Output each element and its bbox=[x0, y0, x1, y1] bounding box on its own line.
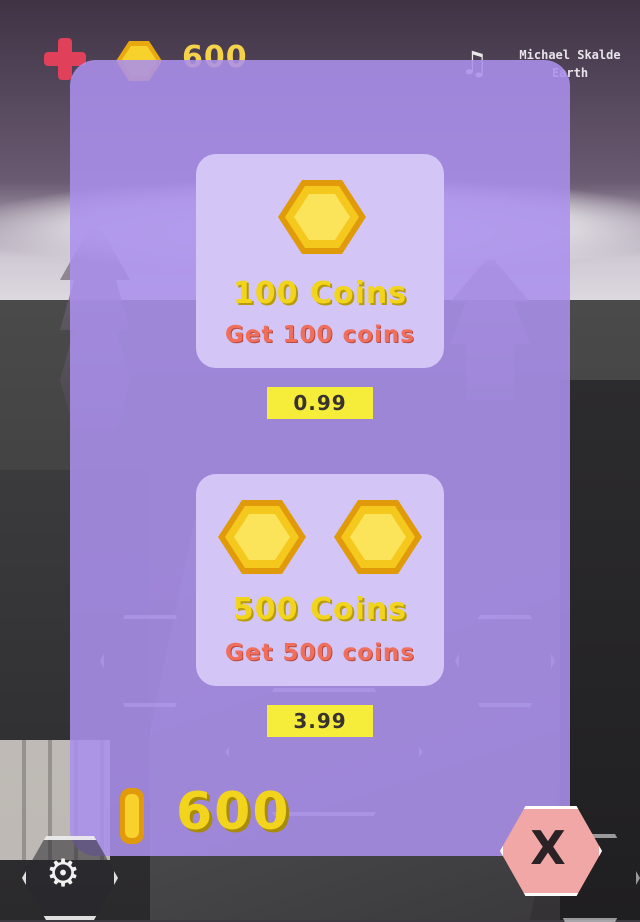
close-icon[interactable]: X bbox=[500, 806, 596, 890]
product-subtitle: Get 100 coins bbox=[225, 322, 415, 348]
coin-icon bbox=[120, 788, 144, 844]
product-card-100-coins[interactable]: 100 Coins Get 100 coins bbox=[196, 154, 444, 368]
coin-icon bbox=[278, 180, 366, 254]
coin-icon bbox=[334, 500, 422, 574]
product-title: 100 Coins bbox=[232, 276, 408, 311]
product-subtitle: Get 500 coins bbox=[225, 640, 415, 666]
product-card-500-coins[interactable]: 500 Coins Get 500 coins bbox=[196, 474, 444, 686]
product-title: 500 Coins bbox=[232, 592, 408, 627]
buy-100-coins-button[interactable]: 0.99 bbox=[267, 387, 373, 419]
buy-500-coins-button[interactable]: 3.99 bbox=[267, 705, 373, 737]
gear-icon: ⚙ bbox=[46, 851, 81, 895]
coin-icon bbox=[218, 500, 306, 574]
coin-balance: 600 bbox=[176, 782, 291, 842]
